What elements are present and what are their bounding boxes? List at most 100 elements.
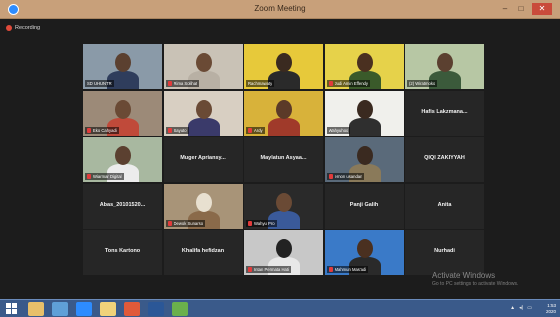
participant-tile[interactable]: Ardy <box>244 90 323 136</box>
participant-name: Judi Amin Effendy <box>334 81 368 86</box>
windows-taskbar: ▲ ◂) ▭ 1:53 2020 <box>0 299 560 317</box>
participant-tile[interactable]: Mahmun Mas'adi <box>324 230 404 275</box>
photos-icon[interactable] <box>172 302 188 316</box>
participant-tile[interactable]: SD UHUNTR <box>83 44 162 89</box>
participant-name-label: Mahmun Mas'adi <box>326 266 369 273</box>
meeting-stage: Recording SD UHUNTR Rima Solihat Rachmawat… <box>0 19 560 299</box>
muted-mic-icon <box>248 267 252 272</box>
participant-name-label: (2) Wiratmoko <box>407 80 438 87</box>
participant-name: Tons Kartono <box>104 248 141 254</box>
participant-tile[interactable]: Anita <box>405 183 484 229</box>
muted-mic-icon <box>328 81 333 86</box>
participant-name-label: Wahyuhoo <box>326 126 351 134</box>
watermark-title: Activate Windows <box>432 271 496 280</box>
participant-tile[interactable]: Eko Cahyadi <box>83 90 162 136</box>
browser-icon[interactable] <box>52 302 68 316</box>
participant-name: Panji Galih <box>349 201 379 208</box>
minimize-button[interactable]: – <box>498 3 512 15</box>
participant-name: Wiarmar Digital <box>93 174 122 179</box>
participant-name: (2) Wiratmoko <box>409 81 436 86</box>
participant-name-label: Rima Solihat <box>165 80 200 87</box>
participant-tile[interactable]: Rima Solihat <box>163 44 243 89</box>
taskbar-clock[interactable]: 1:53 2020 <box>546 303 556 315</box>
participant-name: Dewok Sunarso <box>173 220 204 226</box>
participant-name: Rima Solihat <box>173 81 198 86</box>
participant-tile[interactable]: QIQI ZAKIYYAH <box>405 137 484 182</box>
window-title: Zoom Meeting <box>254 4 306 13</box>
recording-label: Recording <box>15 25 41 31</box>
record-icon <box>6 25 12 31</box>
muted-mic-icon <box>328 267 333 272</box>
muted-mic-icon <box>87 127 91 133</box>
participant-tile[interactable]: Nurhadi <box>405 230 484 275</box>
volume-icon[interactable]: ◂) <box>519 305 523 311</box>
participant-name-label: ernon usandan <box>326 173 365 180</box>
participant-name: ernon usandan <box>334 174 363 179</box>
zoom-icon[interactable] <box>76 302 92 316</box>
participant-name: Rachmawaty <box>248 81 273 86</box>
participant-tile[interactable]: Tons Kartono <box>83 230 162 275</box>
participant-tile[interactable]: Panji Galih <box>324 183 404 229</box>
network-icon[interactable]: ▲ <box>510 305 515 311</box>
battery-icon[interactable]: ▭ <box>527 305 532 311</box>
muted-mic-icon <box>167 127 172 133</box>
participant-name: Eko Cahyadi <box>93 127 117 133</box>
participant-name-label: Ardy <box>246 126 265 134</box>
participant-name: QIQI ZAKIYYAH <box>424 155 465 161</box>
participant-name-label: Dewok Sunarso <box>165 219 206 227</box>
maximize-button[interactable]: □ <box>514 3 528 15</box>
system-tray[interactable]: ▲ ◂) ▭ <box>510 305 532 311</box>
participant-tile[interactable]: Maylatun Asyaa... <box>244 137 323 182</box>
file-explorer-icon[interactable] <box>28 302 44 316</box>
muted-mic-icon <box>167 220 172 226</box>
start-icon[interactable] <box>6 303 18 315</box>
participant-tile[interactable]: Intan Permata Hati <box>244 230 323 275</box>
participant-tile[interactable]: Rachmawaty <box>244 44 323 89</box>
participant-name: Muger Apriansy... <box>180 155 226 161</box>
participant-name: Ardy <box>254 127 263 133</box>
folder-icon[interactable] <box>100 302 116 316</box>
participant-name: Khalifa hefidzan <box>181 248 225 254</box>
participant-name: Nurhadi <box>434 248 455 254</box>
participant-name: Wahyu Pro <box>254 220 275 226</box>
participant-name-label: Wiarmar Digital <box>85 173 124 180</box>
participant-name: SD UHUNTR <box>87 81 112 86</box>
muted-mic-icon <box>328 174 333 179</box>
participant-name-label: Intan Permata Hati <box>246 266 291 273</box>
participant-name-label: Wahyu Pro <box>246 219 277 227</box>
activate-windows-watermark: Activate Windows Go to PC settings to ac… <box>432 271 518 287</box>
participant-tile[interactable]: Khalifa hefidzan <box>163 230 243 275</box>
muted-mic-icon <box>248 127 252 133</box>
close-button[interactable]: ✕ <box>532 3 552 15</box>
muted-mic-icon <box>167 81 172 86</box>
participant-tile[interactable]: Judi Amin Effendy <box>324 44 404 89</box>
participant-tile[interactable]: (2) Wiratmoko <box>405 44 484 89</box>
word-icon[interactable] <box>148 302 164 316</box>
participant-tile[interactable]: Wahyuhoo <box>324 90 404 136</box>
participant-name-label: Rachmawaty <box>246 80 275 87</box>
participant-tile[interactable]: Abas_20101520... <box>83 183 162 229</box>
participant-tile[interactable]: Wahyu Pro <box>244 183 323 229</box>
gallery-grid: SD UHUNTR Rima Solihat Rachmawaty Judi Amin… <box>83 44 489 275</box>
window-titlebar: Zoom Meeting – □ ✕ <box>0 0 560 19</box>
participant-tile[interactable]: Hafis Lakzmana... <box>405 90 484 136</box>
participant-tile[interactable]: Sayuto <box>163 90 243 136</box>
participant-tile[interactable]: Muger Apriansy... <box>163 137 243 182</box>
participant-name: Mahmun Mas'adi <box>334 267 367 272</box>
clock-date: 2020 <box>545 309 556 314</box>
participant-tile[interactable]: Dewok Sunarso <box>163 183 243 229</box>
participant-tile[interactable]: ernon usandan <box>324 137 404 182</box>
participant-name: Intan Permata Hati <box>254 267 289 272</box>
participant-name-label: Judi Amin Effendy <box>326 80 370 87</box>
muted-mic-icon <box>87 174 91 179</box>
watermark-subtitle: Go to PC settings to activate Windows. <box>432 281 519 287</box>
recording-indicator[interactable]: Recording <box>6 23 40 33</box>
participant-name: Sayuto <box>173 127 187 133</box>
participant-name: Maylatun Asyaa... <box>260 155 307 161</box>
chrome-icon[interactable] <box>124 302 140 316</box>
participant-name: Abas_20101520... <box>99 201 146 208</box>
participant-name: Hafis Lakzmana... <box>421 108 468 115</box>
muted-mic-icon <box>248 220 252 226</box>
participant-name-label: Eko Cahyadi <box>85 126 119 134</box>
participant-tile[interactable]: Wiarmar Digital <box>83 137 162 182</box>
